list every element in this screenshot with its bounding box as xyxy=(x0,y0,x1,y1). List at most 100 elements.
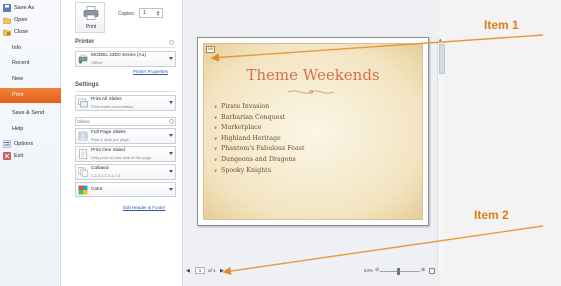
settings-section-header: Settings xyxy=(75,82,99,88)
layout-dropdown[interactable]: Full Page Slides Print 1 slide per page xyxy=(75,128,176,144)
chevron-down-icon xyxy=(169,134,173,137)
layout-title: Full Page Slides xyxy=(91,130,126,135)
printer-dropdown[interactable]: MODEL 23D0 Series (A1) Offline xyxy=(75,51,176,67)
bullet-icon: ❦ xyxy=(214,125,218,131)
nav-item-label: Info xyxy=(12,45,22,51)
full-page-slide-icon xyxy=(78,131,88,141)
print-button-label: Print xyxy=(85,24,97,30)
page-number-input[interactable]: 1 xyxy=(195,267,205,274)
exit-icon xyxy=(3,152,11,160)
next-page-button[interactable]: ▶ xyxy=(220,268,224,274)
open-icon xyxy=(3,17,11,24)
slides-icon xyxy=(78,98,88,108)
bullet-text: Dungeons and Dragons xyxy=(221,155,296,163)
nav-item-label: Recent xyxy=(12,60,30,66)
preview-scrollbar[interactable]: ▴ xyxy=(437,37,445,274)
edit-header-footer-link[interactable]: Edit Header & Footer xyxy=(123,205,165,210)
print-settings-panel: Print Copies: 1 ▲ ▼ Printer MODEL 23D0 Se… xyxy=(61,0,182,286)
zoom-in-icon[interactable]: ⊕ xyxy=(421,267,425,273)
bullet-text: Phantom's Fabulous Feast xyxy=(221,145,305,153)
nav-item-close[interactable]: Close xyxy=(0,25,61,39)
nav-item-label: Save & Send xyxy=(12,110,45,116)
bullet-icon: ❦ xyxy=(214,135,218,141)
title-flourish-ornament xyxy=(287,90,335,94)
print-button[interactable]: Print xyxy=(75,2,105,33)
nav-item-help[interactable]: Help xyxy=(0,122,61,136)
color-dropdown[interactable]: Color xyxy=(75,182,176,197)
list-item: ❦ Spooky Knights xyxy=(214,166,305,177)
layout-subtitle: Print 1 slide per page xyxy=(91,137,129,142)
sides-dropdown[interactable]: Print One Sided Only print on one side o… xyxy=(75,146,176,162)
bullet-text: Highland Heritage xyxy=(221,134,281,142)
printer-properties-link[interactable]: Printer Properties xyxy=(133,69,168,74)
collate-title: Collated xyxy=(91,166,109,171)
nav-item-save-send[interactable]: Save & Send xyxy=(0,106,61,120)
print-what-dropdown[interactable]: Print All Slides Print entire presentati… xyxy=(75,95,176,111)
sides-subtitle: Only print on one side of the page xyxy=(91,155,152,160)
zoom-slider-handle[interactable] xyxy=(397,268,400,275)
collate-icon xyxy=(78,167,88,177)
slide-bullet-list: ❦ Pirate Invasion ❦ Barbarian Conquest ❦ Ma… xyxy=(214,102,305,176)
backstage-window: Save As Open Close Info Recent New Print… xyxy=(0,0,445,286)
printer-icon xyxy=(83,6,99,20)
slide-number-placeholder: NN xyxy=(206,46,215,53)
nav-item-info[interactable]: Info xyxy=(0,41,61,55)
previous-page-button[interactable]: ◀ xyxy=(186,268,190,274)
collate-dropdown[interactable]: Collated 1,2,3 1,2,3 1,2,3 xyxy=(75,164,176,180)
print-what-title: Print All Slides xyxy=(91,97,122,102)
printer-status: Offline xyxy=(91,60,103,65)
copies-input[interactable]: 1 ▲ ▼ xyxy=(139,8,163,18)
slides-input[interactable]: Slides: xyxy=(75,117,176,126)
nav-item-label: Open xyxy=(14,17,28,23)
info-icon[interactable] xyxy=(169,119,174,124)
chevron-down-icon xyxy=(169,170,173,173)
zoom-slider-track[interactable] xyxy=(380,271,420,272)
info-icon[interactable] xyxy=(169,40,174,45)
bullet-icon: ❦ xyxy=(214,156,218,162)
list-item: ❦ Marketplace xyxy=(214,123,305,134)
nav-item-label: Help xyxy=(12,126,24,132)
bullet-text: Barbarian Conquest xyxy=(221,113,286,121)
collate-subtitle: 1,2,3 1,2,3 1,2,3 xyxy=(91,173,120,178)
nav-item-label: Print xyxy=(12,92,24,98)
copies-label: Copies: xyxy=(118,11,135,17)
scroll-up-icon[interactable]: ▴ xyxy=(439,37,442,43)
printer-section-header: Printer xyxy=(75,39,95,45)
chevron-down-icon xyxy=(169,152,173,155)
bullet-icon: ❦ xyxy=(214,114,218,120)
bullet-icon: ❦ xyxy=(214,146,218,152)
nav-item-label: Save As xyxy=(14,5,35,11)
bullet-text: Pirate Invasion xyxy=(221,103,270,110)
backstage-nav: Save As Open Close Info Recent New Print… xyxy=(0,0,61,286)
printer-small-icon xyxy=(78,54,88,64)
sides-title: Print One Sided xyxy=(91,148,125,153)
printer-name: MODEL 23D0 Series (A1) xyxy=(91,53,147,58)
list-item: ❦ Barbarian Conquest xyxy=(214,113,305,124)
nav-item-label: Close xyxy=(14,29,29,35)
nav-item-exit[interactable]: Exit xyxy=(0,149,61,163)
zoom-out-icon[interactable]: ⊖ xyxy=(375,267,379,273)
chevron-down-icon xyxy=(169,57,173,60)
nav-item-print[interactable]: Print xyxy=(0,88,61,103)
zoom-to-page-icon[interactable] xyxy=(429,268,435,274)
color-title: Color xyxy=(91,187,103,192)
slide-title: Theme Weekends xyxy=(246,66,380,84)
color-swatch-icon xyxy=(78,185,88,195)
slides-label: Slides: xyxy=(77,119,91,124)
nav-item-new[interactable]: New xyxy=(0,72,61,86)
page-count-label: of 1 xyxy=(208,268,216,273)
copies-spinner[interactable]: ▲ ▼ xyxy=(156,10,161,17)
bullet-text: Spooky Knights xyxy=(221,166,271,174)
nav-item-label: Exit xyxy=(14,153,24,159)
save-as-icon xyxy=(3,4,11,12)
bullet-icon: ❦ xyxy=(214,104,218,109)
list-item: ❦ Pirate Invasion xyxy=(214,102,305,113)
section-divider xyxy=(75,91,175,92)
scrollbar-thumb[interactable] xyxy=(439,44,445,74)
nav-item-label: New xyxy=(12,76,24,82)
nav-item-recent[interactable]: Recent xyxy=(0,56,61,70)
list-item: ❦ Highland Heritage xyxy=(214,134,305,145)
one-sided-icon xyxy=(79,149,87,159)
list-item: ❦ Phantom's Fabulous Feast xyxy=(214,144,305,155)
bullet-text: Marketplace xyxy=(221,124,262,132)
